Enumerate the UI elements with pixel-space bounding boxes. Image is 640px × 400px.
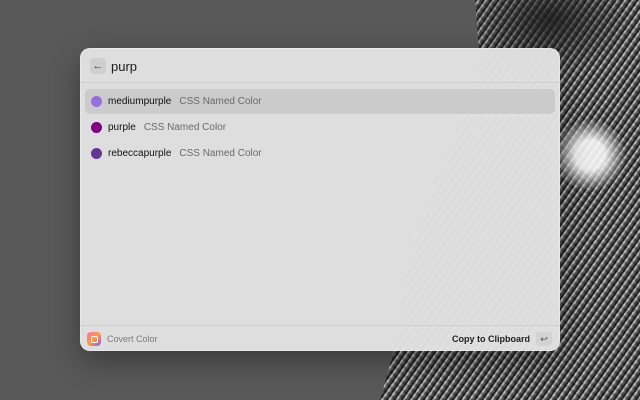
result-title: purple — [108, 122, 136, 133]
color-swatch-icon — [91, 96, 102, 107]
result-title: rebeccapurple — [108, 148, 172, 159]
copy-to-clipboard-button[interactable]: Copy to Clipboard — [452, 334, 530, 344]
action-bar: Covert Color Copy to Clipboard ↩ — [80, 325, 560, 351]
result-item[interactable]: purple CSS Named Color — [85, 115, 555, 140]
color-swatch-icon — [91, 122, 102, 133]
result-subtitle: CSS Named Color — [179, 96, 262, 107]
result-subtitle: CSS Named Color — [143, 122, 227, 133]
arrow-left-icon: ← — [92, 59, 104, 72]
result-item[interactable]: mediumpurple CSS Named Color — [85, 89, 555, 114]
back-button[interactable]: ← — [90, 58, 106, 74]
search-input[interactable] — [111, 57, 531, 75]
search-bar: ← — [80, 48, 560, 83]
result-title: mediumpurple — [108, 96, 172, 107]
result-item[interactable]: rebeccapurple CSS Named Color — [85, 141, 555, 166]
palette-icon — [87, 332, 101, 346]
enter-key-icon[interactable]: ↩ — [536, 332, 552, 346]
color-swatch-icon — [91, 148, 102, 159]
results-list: mediumpurple CSS Named Color purple CSS … — [85, 89, 555, 167]
result-subtitle: CSS Named Color — [179, 148, 262, 159]
extension-name: Covert Color — [107, 334, 158, 344]
owl-eye — [555, 120, 625, 190]
launcher-window: ← mediumpurple CSS Named Color purple CS… — [80, 48, 560, 351]
